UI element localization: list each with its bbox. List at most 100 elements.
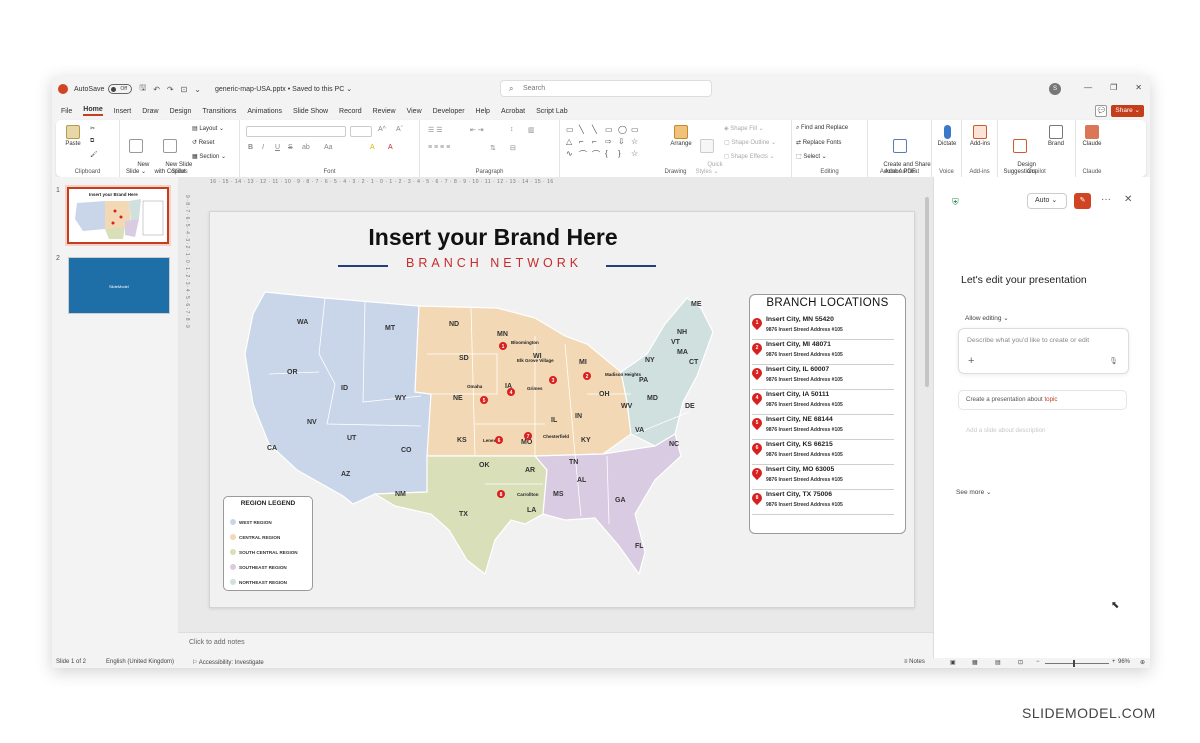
paste-button[interactable]: Paste (62, 125, 84, 148)
addins-button[interactable]: Add-ins (965, 125, 995, 148)
shape-effects-button[interactable]: ◻ Shape Effects ⌄ (724, 153, 775, 160)
bold-button[interactable]: B (248, 144, 253, 151)
region-legend[interactable]: REGION LEGEND WEST REGION CENTRAL REGION… (223, 496, 313, 591)
map-pin-3[interactable]: 3 (549, 376, 557, 384)
map-pin-1[interactable]: 1 (499, 342, 507, 350)
strikethrough-button[interactable]: S (288, 144, 293, 151)
select-button[interactable]: ⬚ Select ⌄ (796, 153, 827, 160)
tab-review[interactable]: Review (373, 108, 396, 115)
vertical-scrollbar[interactable] (925, 197, 929, 387)
tab-file[interactable]: File (61, 108, 72, 115)
tab-transitions[interactable]: Transitions (202, 108, 236, 115)
tab-acrobat[interactable]: Acrobat (501, 108, 525, 115)
claude-button[interactable]: Claude (1078, 125, 1106, 148)
tab-insert[interactable]: Insert (114, 108, 132, 115)
comments-icon[interactable]: 💬 (1095, 105, 1108, 117)
layout-button[interactable]: ▤ Layout ⌄ (192, 125, 224, 132)
search-box[interactable]: ⌕ Search (500, 80, 712, 97)
shape-outline-button[interactable]: ▢ Shape Outline ⌄ (724, 139, 776, 146)
map-pin-6[interactable]: 6 (495, 436, 503, 444)
close-window-icon[interactable]: ✕ (1135, 83, 1142, 92)
document-title[interactable]: generic-map-USA.pptx • Saved to this PC … (215, 85, 352, 93)
tab-draw[interactable]: Draw (142, 108, 158, 115)
grow-font-icon[interactable]: A^ (378, 126, 386, 133)
redo-icon[interactable]: ↷ (167, 85, 174, 94)
line-spacing-icon[interactable]: ↕ (510, 126, 514, 133)
text-direction-icon[interactable]: ⇅ (490, 144, 496, 152)
allow-editing-dropdown[interactable]: Allow editing ⌄ (965, 314, 1009, 322)
tab-view[interactable]: View (407, 108, 422, 115)
change-case-button[interactable]: Aa (324, 144, 333, 151)
arrange-button[interactable]: Arrange (668, 125, 694, 148)
map-pin-8[interactable]: 8 (497, 490, 505, 498)
shapes-gallery[interactable]: ▭ ╲ ╲ ▭ ◯ ▭ △ ⌐ ⌐ ⇨ ⇩ ☆ ∿ ⌒ ⌒{} ☆ (566, 125, 644, 161)
map-pin-7[interactable]: 7 (524, 432, 532, 440)
slide-thumbnail-1[interactable]: Insert your Brand Here (67, 187, 169, 244)
columns-icon[interactable]: ▥ (528, 126, 535, 134)
dictate-button[interactable]: Dictate (934, 125, 960, 148)
character-spacing-button[interactable]: ab (302, 144, 310, 151)
see-more-button[interactable]: See more ⌄ (956, 488, 991, 496)
branch-locations-box[interactable]: BRANCH LOCATIONS 1 Insert City, MN 55420 9… (749, 294, 906, 534)
zoom-slider-handle[interactable] (1073, 660, 1075, 667)
qat-more-icon[interactable]: ⌄ (194, 85, 201, 94)
slide-subtitle[interactable]: BRANCH NETWORK (406, 256, 582, 270)
tab-developer[interactable]: Developer (433, 108, 465, 115)
copy-icon[interactable]: ⧉ (90, 138, 94, 145)
language-indicator[interactable]: English (United Kingdom) (106, 659, 174, 665)
undo-icon[interactable]: ↶ (153, 85, 160, 94)
normal-view-icon[interactable]: ▣ (950, 659, 956, 666)
tab-home[interactable]: Home (83, 106, 103, 116)
tab-script-lab[interactable]: Script Lab (536, 108, 568, 115)
zoom-level[interactable]: 96% (1118, 659, 1130, 665)
font-size-dropdown[interactable] (350, 126, 372, 137)
find-replace-button[interactable]: ⌕ Find and Replace (796, 125, 848, 132)
tab-slide-show[interactable]: Slide Show (293, 108, 328, 115)
slide-sorter-icon[interactable]: ▦ (972, 659, 978, 666)
map-pin-4[interactable]: 4 (507, 388, 515, 396)
suggestion-chip-faded[interactable]: Add a slide about description (966, 427, 1045, 434)
reading-view-icon[interactable]: ▤ (995, 659, 1001, 666)
edit-mode-icon[interactable]: ✎ (1074, 193, 1091, 209)
avatar[interactable]: S (1049, 83, 1061, 95)
align-text-icon[interactable]: ⊟ (510, 144, 516, 152)
save-icon[interactable]: 🖫 (139, 82, 146, 96)
fit-slide-icon[interactable]: ⊕ (1140, 659, 1145, 666)
tab-design[interactable]: Design (170, 108, 192, 115)
slide-thumbnail-2[interactable]: SlideModel (68, 257, 170, 314)
copilot-prompt-input[interactable]: Describe what you'd like to create or ed… (958, 328, 1129, 374)
section-button[interactable]: ▦ Section ⌄ (192, 153, 226, 160)
font-color-button[interactable]: A (388, 144, 393, 151)
notes-pane[interactable]: Click to add notes (178, 632, 933, 658)
map-pin-5[interactable]: 5 (480, 396, 488, 404)
add-attachment-icon[interactable]: + (968, 355, 974, 367)
close-icon[interactable]: ✕ (1124, 194, 1132, 205)
indent-icon[interactable]: ⇤ ⇥ (470, 126, 484, 134)
zoom-out-icon[interactable]: − (1036, 659, 1040, 665)
more-options-icon[interactable]: ··· (1101, 194, 1111, 205)
mode-dropdown[interactable]: Auto ⌄ (1027, 193, 1067, 209)
notes-toggle[interactable]: ≡ Notes (904, 659, 925, 665)
minimize-icon[interactable]: — (1084, 83, 1092, 92)
restore-icon[interactable]: ❐ (1110, 83, 1117, 92)
shrink-font-icon[interactable]: Aˇ (396, 126, 403, 133)
zoom-slider[interactable] (1045, 663, 1109, 664)
bullets-icon[interactable]: ☰ ☰ (428, 126, 443, 134)
highlight-button[interactable]: A (370, 144, 375, 151)
tab-help[interactable]: Help (476, 108, 490, 115)
shape-fill-button[interactable]: ◈ Shape Fill ⌄ (724, 125, 764, 132)
present-icon[interactable]: ⊡ (181, 85, 188, 94)
font-family-dropdown[interactable] (246, 126, 346, 137)
slideshow-view-icon[interactable]: ⊡ (1018, 659, 1023, 666)
underline-button[interactable]: U (275, 144, 280, 151)
slide-title[interactable]: Insert your Brand Here (210, 224, 776, 251)
italic-button[interactable]: I (262, 144, 264, 151)
reset-button[interactable]: ↺ Reset (192, 139, 214, 146)
replace-fonts-button[interactable]: ⇄ Replace Fonts (796, 139, 841, 146)
share-button[interactable]: Share ⌄ (1111, 105, 1144, 117)
microphone-icon[interactable]: 🎙 (1109, 357, 1118, 365)
tab-animations[interactable]: Animations (247, 108, 282, 115)
align-icons[interactable]: ≡ ≡ ≡ ≡ (428, 144, 450, 151)
brand-button[interactable]: Brand (1042, 125, 1070, 148)
tab-record[interactable]: Record (339, 108, 362, 115)
